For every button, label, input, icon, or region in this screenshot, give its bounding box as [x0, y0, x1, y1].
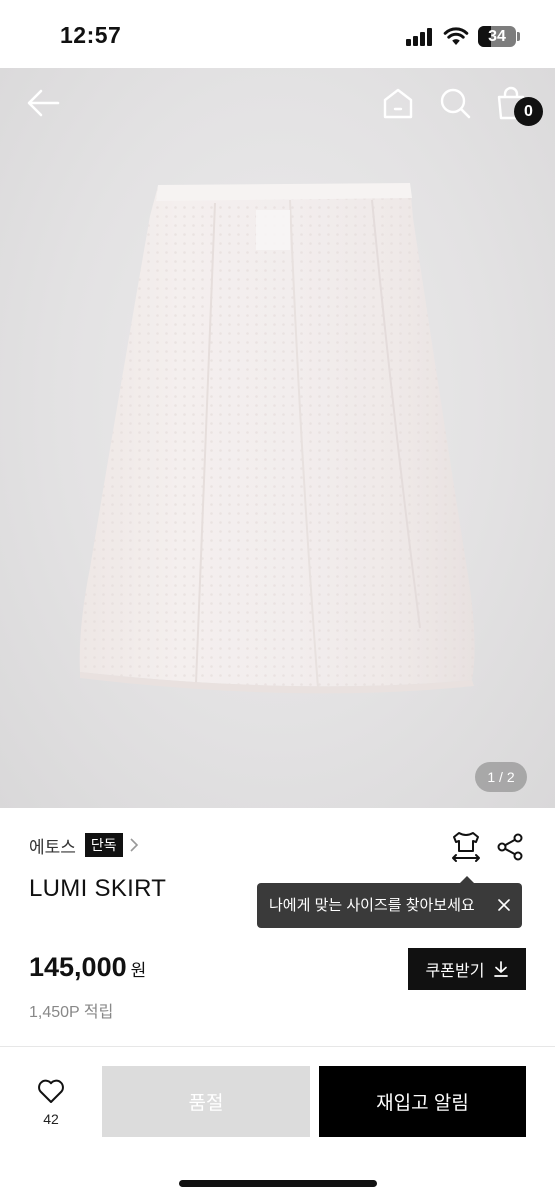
close-icon[interactable]	[496, 897, 512, 913]
product-name: LUMI SKIRT	[29, 875, 167, 902]
brand-name: 에토스	[29, 837, 76, 857]
coupon-label: 쿠폰받기	[425, 963, 485, 980]
product-image	[79, 183, 475, 694]
battery-level: 34	[488, 28, 506, 45]
wifi-icon	[443, 27, 469, 45]
like-button[interactable]: 42	[30, 1078, 72, 1130]
price: 145,000	[29, 952, 127, 982]
price-unit: 원	[130, 961, 147, 980]
search-icon[interactable]	[438, 86, 472, 120]
size-tooltip[interactable]: 나에게 맞는 사이즈를 찾아보세요	[257, 883, 522, 928]
cart-count-badge[interactable]: 0	[514, 97, 543, 126]
price-row: 145,000 원	[29, 952, 146, 983]
status-time: 12:57	[60, 22, 122, 48]
heart-icon	[38, 1079, 64, 1103]
image-page-indicator: 1 / 2	[475, 762, 527, 792]
status-bar: 12:57 34	[0, 0, 555, 68]
exclusive-badge: 단독	[84, 833, 123, 857]
battery-cap	[517, 32, 520, 41]
back-arrow-icon[interactable]	[26, 88, 60, 118]
product-image-gallery[interactable]: 1 / 2	[0, 68, 555, 808]
download-icon	[494, 961, 509, 977]
reward-points: 1,450P 적립	[29, 1004, 114, 1021]
divider	[0, 1046, 555, 1047]
restock-alert-button[interactable]: 재입고 알림	[319, 1066, 526, 1137]
like-count: 42	[43, 1111, 59, 1127]
tooltip-text: 나에게 맞는 사이즈를 찾아보세요	[269, 897, 475, 914]
battery-icon: 34	[478, 26, 516, 47]
product-detail-screen: 12:57 34 1 / 2 0 에토스 단독 LUMI SKIRT 나에게 맞…	[0, 0, 555, 1200]
chevron-right-icon	[130, 838, 138, 852]
brand-link[interactable]: 에토스 단독	[29, 832, 139, 858]
share-icon[interactable]	[496, 833, 524, 861]
soldout-button: 품절	[102, 1066, 310, 1137]
coupon-button[interactable]: 쿠폰받기	[408, 948, 526, 990]
signal-icon	[406, 28, 434, 46]
size-guide-icon[interactable]	[450, 830, 482, 864]
home-indicator	[179, 1180, 377, 1187]
home-icon[interactable]	[381, 86, 415, 120]
